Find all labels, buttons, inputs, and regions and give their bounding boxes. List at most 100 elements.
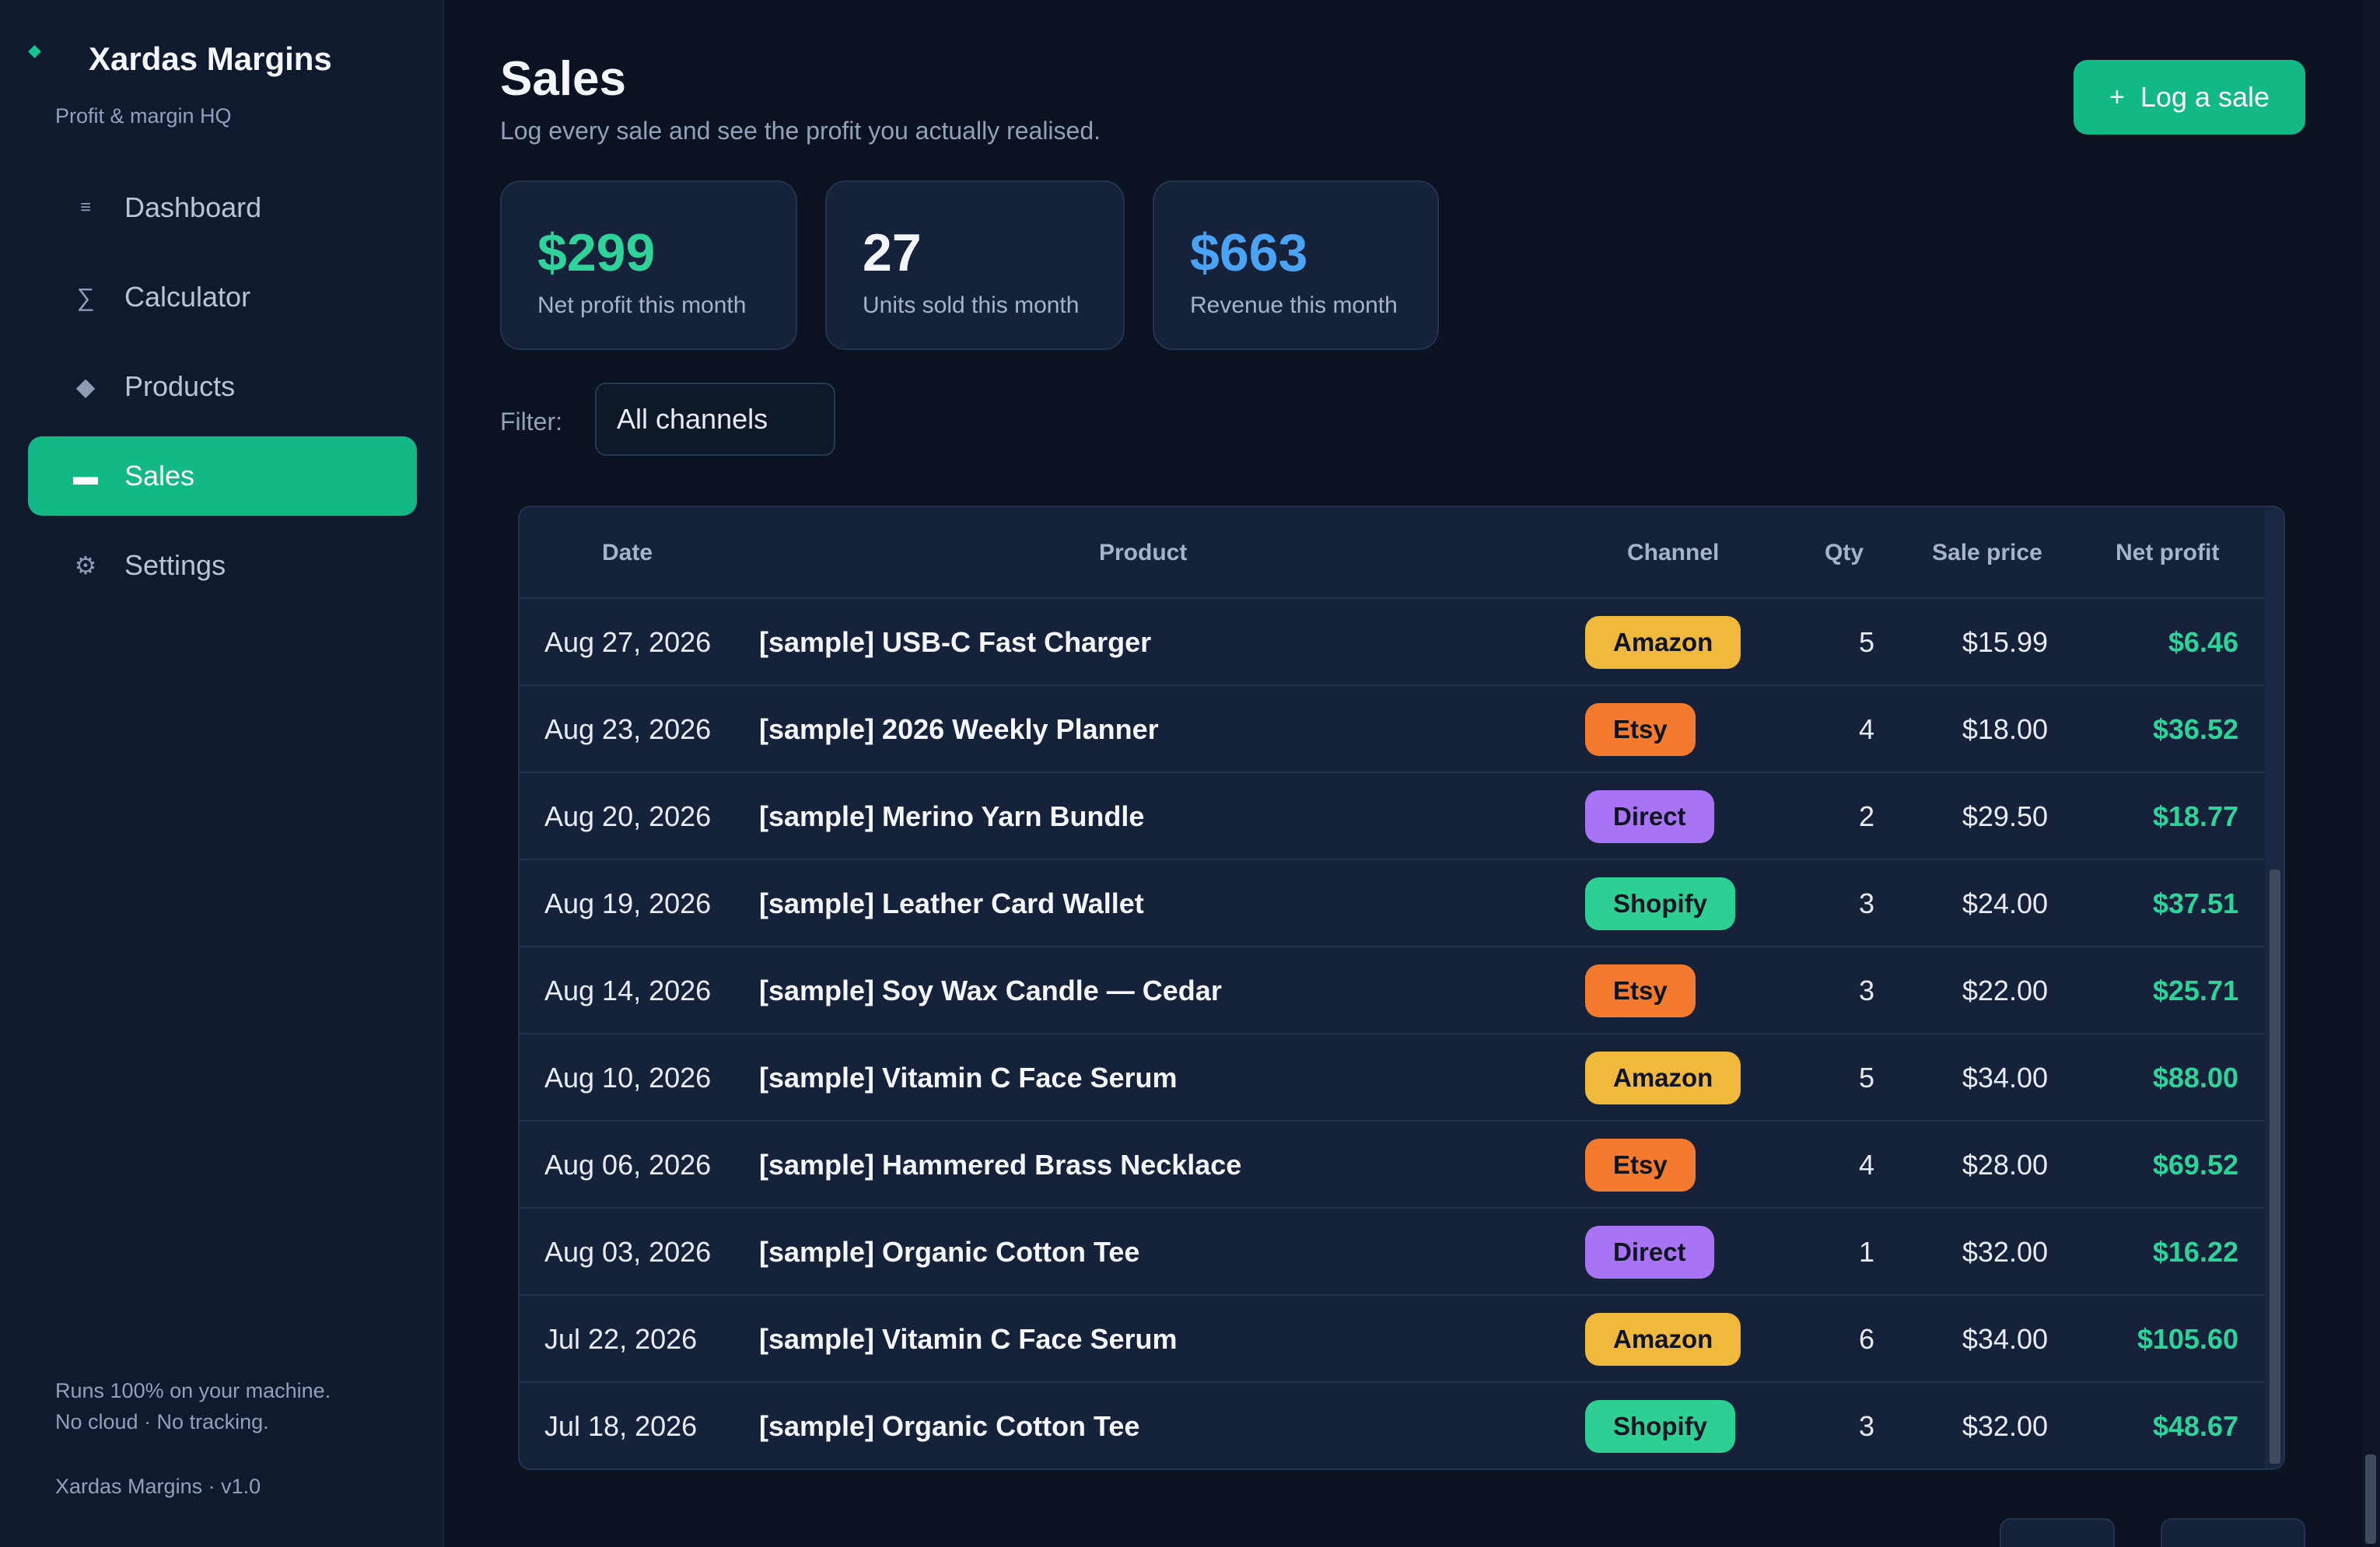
cell-channel: Etsy	[1585, 947, 1772, 1034]
table-row[interactable]: Aug 10, 2026 [sample] Vitamin C Face Seru…	[520, 1034, 2266, 1122]
table-row[interactable]: Aug 23, 2026 [sample] 2026 Weekly Planner…	[520, 686, 2266, 773]
cell-sale-price: $15.99	[1962, 626, 2048, 658]
pagination-next-button[interactable]	[2161, 1518, 2305, 1547]
cell-date: Aug 03, 2026	[544, 1236, 712, 1268]
cell-net-profit: $105.60	[2137, 1323, 2238, 1355]
cell-date: Aug 20, 2026	[544, 800, 712, 832]
sidebar-item-label: Sales	[124, 460, 195, 492]
cell-date: Aug 27, 2026	[544, 626, 712, 658]
stat-caption: Revenue this month	[1190, 292, 1398, 318]
cell-qty: 4	[1858, 713, 1874, 745]
table-row[interactable]: Aug 27, 2026 [sample] USB-C Fast Charger A…	[520, 599, 2266, 686]
cell-date: Aug 19, 2026	[544, 887, 712, 919]
filter-label: Filter:	[500, 408, 562, 436]
cell-date: Aug 23, 2026	[544, 713, 712, 745]
sidebar-nav: ≡ Dashboard ∑ Calculator ◆ Products ▬ Sa…	[28, 168, 417, 615]
channel-filter-select[interactable]: All channels	[595, 383, 835, 456]
diamond-icon: ◆	[75, 373, 96, 401]
sidebar-item-settings[interactable]: ⚙ Settings	[28, 526, 417, 605]
stat-value: 27	[863, 223, 922, 282]
cell-channel: Amazon	[1585, 1034, 1772, 1122]
sidebar-item-label: Settings	[124, 549, 226, 581]
cell-net-profit: $6.46	[2168, 626, 2238, 658]
sales-icon: ▬	[73, 461, 98, 490]
dashboard-icon: ≡	[79, 197, 91, 218]
cell-qty: 1	[1858, 1236, 1874, 1268]
sidebar-item-dashboard[interactable]: ≡ Dashboard	[28, 168, 417, 247]
cell-sale-price: $28.00	[1962, 1149, 2048, 1181]
cell-qty: 3	[1858, 1410, 1874, 1442]
page-scrollbar[interactable]	[2362, 0, 2380, 1547]
table-row[interactable]: Aug 19, 2026 [sample] Leather Card Wallet…	[520, 860, 2266, 947]
sidebar: ◆ Xardas Margins Profit & margin HQ ≡ Da…	[0, 0, 444, 1547]
log-sale-button[interactable]: + Log a sale	[2074, 60, 2305, 135]
cell-net-profit: $48.67	[2152, 1410, 2238, 1442]
table-header: Date Product Channel Qty Sale price Net …	[520, 507, 2266, 599]
page-scrollbar-thumb[interactable]	[2365, 1454, 2376, 1544]
cell-product: [sample] Vitamin C Face Serum	[759, 1323, 1178, 1355]
cell-channel: Amazon	[1585, 1296, 1772, 1383]
table-row[interactable]: Aug 20, 2026 [sample] Merino Yarn Bundle D…	[520, 773, 2266, 860]
cell-qty: 2	[1858, 800, 1874, 832]
page-title: Sales	[500, 52, 627, 106]
column-header-product[interactable]: Product	[1099, 540, 1187, 566]
cell-product: [sample] Merino Yarn Bundle	[759, 800, 1145, 832]
log-sale-label: Log a sale	[2140, 81, 2270, 113]
cell-channel: Shopify	[1585, 860, 1772, 947]
stat-value: $663	[1190, 223, 1308, 282]
cell-product: [sample] Leather Card Wallet	[759, 887, 1144, 919]
cell-channel: Shopify	[1585, 1383, 1772, 1468]
brand-subtitle: Profit & margin HQ	[55, 104, 232, 128]
sidebar-item-calculator[interactable]: ∑ Calculator	[28, 257, 417, 337]
cell-net-profit: $88.00	[2152, 1062, 2238, 1094]
cell-sale-price: $18.00	[1962, 713, 2048, 745]
gear-icon: ⚙	[74, 551, 97, 579]
cell-sale-price: $29.50	[1962, 800, 2048, 832]
table-row[interactable]: Aug 03, 2026 [sample] Organic Cotton Tee D…	[520, 1209, 2266, 1296]
channel-badge: Amazon	[1585, 1052, 1741, 1104]
pagination-prev-button[interactable]	[2000, 1518, 2115, 1547]
column-header-sale-price[interactable]: Sale price	[1932, 540, 2042, 566]
cell-qty: 3	[1858, 887, 1874, 919]
channel-badge: Shopify	[1585, 877, 1735, 930]
stat-card-revenue: $663 Revenue this month	[1153, 180, 1439, 350]
channel-badge: Amazon	[1585, 1313, 1741, 1366]
stat-caption: Net profit this month	[537, 292, 747, 318]
brand-diamond-icon: ◆	[28, 40, 41, 60]
privacy-note-line1: Runs 100% on your machine.	[55, 1379, 331, 1402]
cell-date: Jul 18, 2026	[544, 1410, 698, 1442]
brand-name: Xardas Margins	[89, 40, 332, 77]
cell-product: [sample] Hammered Brass Necklace	[759, 1149, 1242, 1181]
sidebar-item-sales[interactable]: ▬ Sales	[28, 436, 417, 516]
channel-badge: Etsy	[1585, 964, 1696, 1017]
cell-sale-price: $22.00	[1962, 975, 2048, 1006]
column-header-net-profit[interactable]: Net profit	[2116, 540, 2219, 566]
cell-net-profit: $16.22	[2152, 1236, 2238, 1268]
table-row[interactable]: Jul 22, 2026 [sample] Vitamin C Face Seru…	[520, 1296, 2266, 1383]
column-header-qty[interactable]: Qty	[1825, 540, 1864, 566]
table-row[interactable]: Aug 14, 2026 [sample] Soy Wax Candle — Ce…	[520, 947, 2266, 1034]
table-row[interactable]: Jul 18, 2026 [sample] Organic Cotton Tee S…	[520, 1383, 2266, 1468]
channel-badge: Etsy	[1585, 1139, 1696, 1192]
table-scrollbar[interactable]	[2265, 507, 2284, 1468]
stat-card-units-sold: 27 Units sold this month	[825, 180, 1125, 350]
app-window: ◆ Xardas Margins Profit & margin HQ ≡ Da…	[0, 0, 2380, 1547]
cell-channel: Direct	[1585, 1209, 1772, 1296]
table-scrollbar-thumb[interactable]	[2270, 870, 2280, 1464]
column-header-date[interactable]: Date	[602, 540, 653, 566]
cell-date: Aug 14, 2026	[544, 975, 712, 1006]
cell-qty: 3	[1858, 975, 1874, 1006]
cell-date: Aug 10, 2026	[544, 1062, 712, 1094]
column-header-channel[interactable]: Channel	[1627, 540, 1719, 566]
sidebar-item-label: Dashboard	[124, 191, 262, 223]
table-row[interactable]: Aug 06, 2026 [sample] Hammered Brass Neck…	[520, 1122, 2266, 1209]
brand: ◆ Xardas Margins	[28, 40, 332, 77]
cell-product: [sample] 2026 Weekly Planner	[759, 713, 1159, 745]
sigma-icon: ∑	[76, 282, 95, 311]
cell-qty: 4	[1858, 1149, 1874, 1181]
version-label: Xardas Margins · v1.0	[55, 1475, 261, 1498]
sidebar-item-products[interactable]: ◆ Products	[28, 347, 417, 426]
cell-net-profit: $25.71	[2152, 975, 2238, 1006]
cell-product: [sample] Organic Cotton Tee	[759, 1410, 1140, 1442]
cell-sale-price: $24.00	[1962, 887, 2048, 919]
